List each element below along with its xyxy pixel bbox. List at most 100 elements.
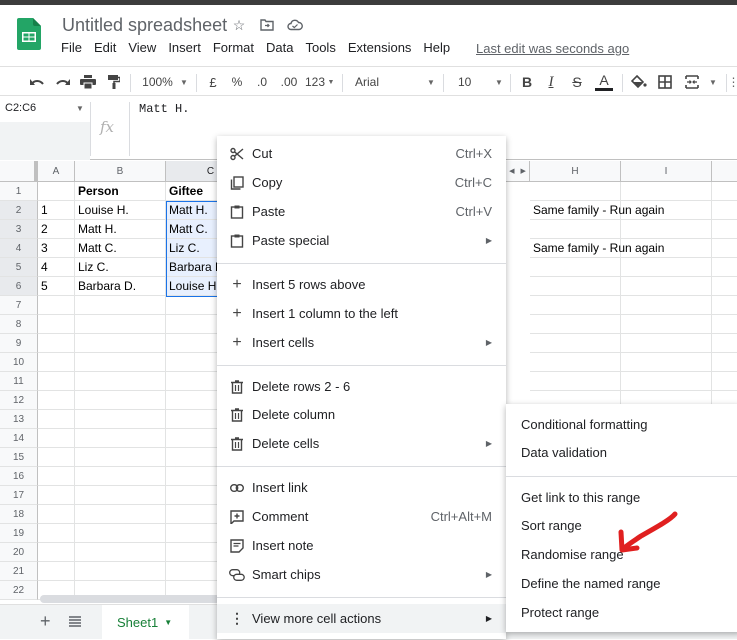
row-header-3[interactable]: 3 xyxy=(0,220,38,239)
cell-h2[interactable]: Same family - Run again xyxy=(530,201,712,220)
sheet-tab-dropdown-icon[interactable]: ▼ xyxy=(164,618,172,627)
menu-view[interactable]: View xyxy=(128,40,156,55)
select-all-corner[interactable] xyxy=(0,161,38,182)
row-header-21[interactable]: 21 xyxy=(0,562,38,581)
row-header-2[interactable]: 2 xyxy=(0,201,38,220)
grid-cell[interactable] xyxy=(621,182,712,201)
undo-icon[interactable] xyxy=(27,67,47,97)
grid-cell[interactable] xyxy=(38,467,75,486)
name-box-dropdown-icon[interactable]: ▼ xyxy=(76,104,84,113)
row-header-14[interactable]: 14 xyxy=(0,429,38,448)
cell-b3[interactable]: Matt H. xyxy=(75,220,166,239)
font-size-select[interactable]: 10 xyxy=(452,67,482,97)
grid-cell[interactable] xyxy=(75,334,166,353)
menu-help[interactable]: Help xyxy=(423,40,450,55)
menu-item-view-more-cell-actions[interactable]: ⋮ View more cell actions ▶ xyxy=(217,604,506,633)
grid-cell[interactable] xyxy=(38,505,75,524)
cell-a5[interactable]: 4 xyxy=(38,258,75,277)
row-header-11[interactable]: 11 xyxy=(0,372,38,391)
grid-cell[interactable] xyxy=(712,372,737,391)
row-header-16[interactable]: 16 xyxy=(0,467,38,486)
grid-cell[interactable] xyxy=(530,372,621,391)
row-header-7[interactable]: 7 xyxy=(0,296,38,315)
row-header-9[interactable]: 9 xyxy=(0,334,38,353)
grid-cell[interactable] xyxy=(530,277,621,296)
cloud-saved-icon[interactable] xyxy=(286,16,304,34)
last-edit-link[interactable]: Last edit was seconds ago xyxy=(476,41,629,56)
menu-item-cut[interactable]: Cut Ctrl+X xyxy=(217,139,506,168)
menu-item-insert-rows[interactable]: + Insert 5 rows above xyxy=(217,270,506,299)
row-header-15[interactable]: 15 xyxy=(0,448,38,467)
cell-b4[interactable]: Matt C. xyxy=(75,239,166,258)
grid-cell[interactable] xyxy=(38,334,75,353)
sheet-tab-sheet1[interactable]: Sheet1 ▼ xyxy=(102,605,189,640)
grid-cell[interactable] xyxy=(530,353,621,372)
submenu-item-define-named-range[interactable]: Define the named range xyxy=(521,569,660,597)
grid-cell[interactable] xyxy=(75,505,166,524)
row-header-12[interactable]: 12 xyxy=(0,391,38,410)
grid-cell[interactable] xyxy=(712,334,737,353)
strikethrough-button[interactable]: S xyxy=(568,67,586,97)
grid-cell[interactable] xyxy=(38,429,75,448)
borders-icon[interactable] xyxy=(656,67,674,97)
grid-cell[interactable] xyxy=(38,524,75,543)
horizontal-scrollbar[interactable] xyxy=(40,595,220,603)
row-header-5[interactable]: 5 xyxy=(0,258,38,277)
grid-cell[interactable] xyxy=(712,239,737,258)
grid-cell[interactable] xyxy=(75,372,166,391)
menu-insert[interactable]: Insert xyxy=(168,40,201,55)
row-header-22[interactable]: 22 xyxy=(0,581,38,600)
grid-cell[interactable] xyxy=(530,220,621,239)
column-header-a[interactable]: A xyxy=(38,161,75,182)
row-header-17[interactable]: 17 xyxy=(0,486,38,505)
merge-dropdown-icon[interactable]: ▼ xyxy=(707,67,719,97)
merge-cells-icon[interactable] xyxy=(683,67,701,97)
cell-b2[interactable]: Louise H. xyxy=(75,201,166,220)
grid-cell[interactable] xyxy=(75,296,166,315)
grid-cell[interactable] xyxy=(38,391,75,410)
move-folder-icon[interactable] xyxy=(258,16,276,34)
submenu-item-data-validation[interactable]: Data validation xyxy=(521,438,607,466)
cell-b1[interactable]: Person xyxy=(75,182,166,201)
more-formats-dropdown-icon[interactable]: ▼ xyxy=(326,67,336,97)
grid-cell[interactable] xyxy=(530,296,621,315)
grid-cell[interactable] xyxy=(530,315,621,334)
percent-format-button[interactable]: % xyxy=(228,67,246,97)
menu-item-paste-special[interactable]: Paste special ▶ xyxy=(217,226,506,255)
grid-cell[interactable] xyxy=(38,486,75,505)
row-header-18[interactable]: 18 xyxy=(0,505,38,524)
cell-a3[interactable]: 2 xyxy=(38,220,75,239)
row-header-19[interactable]: 19 xyxy=(0,524,38,543)
submenu-item-protect-range[interactable]: Protect range xyxy=(521,598,599,626)
fill-color-icon[interactable] xyxy=(630,67,648,97)
grid-cell[interactable] xyxy=(530,258,621,277)
grid-cell[interactable] xyxy=(712,315,737,334)
redo-icon[interactable] xyxy=(53,67,73,97)
menu-file[interactable]: File xyxy=(61,40,82,55)
increase-decimal-button[interactable]: .00 xyxy=(278,67,300,97)
menu-item-insert-column[interactable]: + Insert 1 column to the left xyxy=(217,299,506,328)
grid-cell[interactable] xyxy=(621,277,712,296)
font-dropdown-icon[interactable]: ▼ xyxy=(425,67,437,97)
grid-cell[interactable] xyxy=(621,353,712,372)
grid-cell[interactable] xyxy=(530,182,621,201)
grid-cell[interactable] xyxy=(712,182,737,201)
grid-cell[interactable] xyxy=(712,258,737,277)
row-header-6[interactable]: 6 xyxy=(0,277,38,296)
grid-cell[interactable] xyxy=(75,315,166,334)
grid-cell[interactable] xyxy=(75,543,166,562)
grid-cell[interactable] xyxy=(530,334,621,353)
print-icon[interactable] xyxy=(78,67,98,97)
menu-item-insert-note[interactable]: Insert note xyxy=(217,531,506,560)
column-header-i[interactable]: I xyxy=(621,161,712,182)
grid-cell[interactable] xyxy=(75,391,166,410)
text-color-button[interactable]: A xyxy=(594,67,614,97)
grid-cell[interactable] xyxy=(38,562,75,581)
add-sheet-icon[interactable]: + xyxy=(40,611,51,632)
column-header-h[interactable]: H xyxy=(530,161,621,182)
cell-b6[interactable]: Barbara D. xyxy=(75,277,166,296)
grid-cell[interactable] xyxy=(75,448,166,467)
menu-item-copy[interactable]: Copy Ctrl+C xyxy=(217,168,506,197)
scroll-left-icon[interactable]: ◀ xyxy=(509,167,514,175)
menu-edit[interactable]: Edit xyxy=(94,40,116,55)
